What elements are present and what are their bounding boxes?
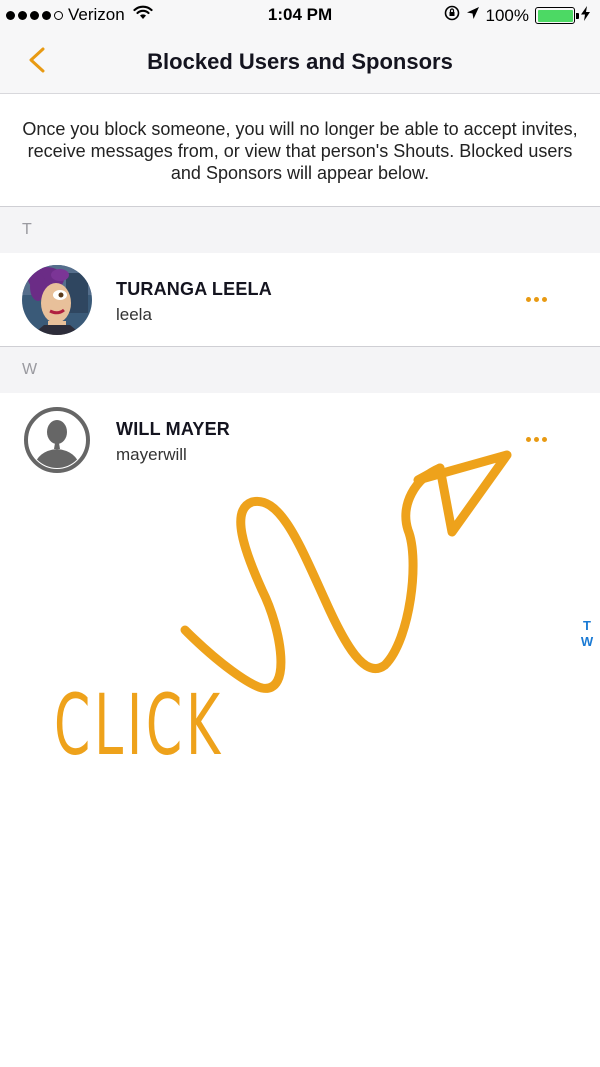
status-bar: Verizon 1:04 PM 100%: [0, 0, 600, 30]
default-person-icon: [24, 407, 90, 473]
avatar: [22, 405, 92, 475]
avatar: [22, 265, 92, 335]
more-options-button[interactable]: [520, 289, 552, 309]
section-header-w: W: [0, 347, 600, 393]
index-letter-w[interactable]: W: [581, 634, 593, 650]
more-options-button[interactable]: [520, 429, 552, 449]
user-handle: mayerwill: [116, 445, 187, 464]
info-text: Once you block someone, you will no long…: [22, 119, 578, 183]
battery-level: [537, 9, 573, 22]
user-name: TURANGA LEELA: [116, 279, 272, 299]
section-letter: W: [22, 361, 38, 378]
list-item-will-mayer[interactable]: WILL MAYER mayerwill: [0, 393, 600, 487]
list-item-turanga-leela[interactable]: TURANGA LEELA leela: [0, 253, 600, 347]
user-name: WILL MAYER: [116, 419, 231, 439]
more-dots-icon: [525, 436, 531, 442]
annotation-click-label: CLICK: [54, 676, 224, 774]
charging-bolt-icon: [581, 5, 590, 26]
blocked-users-screen: Verizon 1:04 PM 100% Blocked Users and S…: [0, 0, 600, 1067]
status-right: 100%: [444, 5, 590, 26]
nav-bar: Blocked Users and Sponsors: [0, 30, 600, 94]
section-index: T W: [578, 618, 596, 650]
section-letter: T: [22, 221, 32, 238]
index-letter-t[interactable]: T: [583, 618, 591, 634]
battery-icon: [535, 7, 579, 24]
info-panel: Once you block someone, you will no long…: [0, 94, 600, 207]
more-dots-icon: [525, 296, 531, 302]
battery-percent: 100%: [485, 5, 529, 25]
orientation-lock-icon: [444, 5, 460, 26]
page-title: Blocked Users and Sponsors: [147, 49, 453, 74]
section-header-t: T: [0, 207, 600, 253]
location-arrow-icon: [466, 6, 480, 25]
user-handle: leela: [116, 305, 152, 324]
